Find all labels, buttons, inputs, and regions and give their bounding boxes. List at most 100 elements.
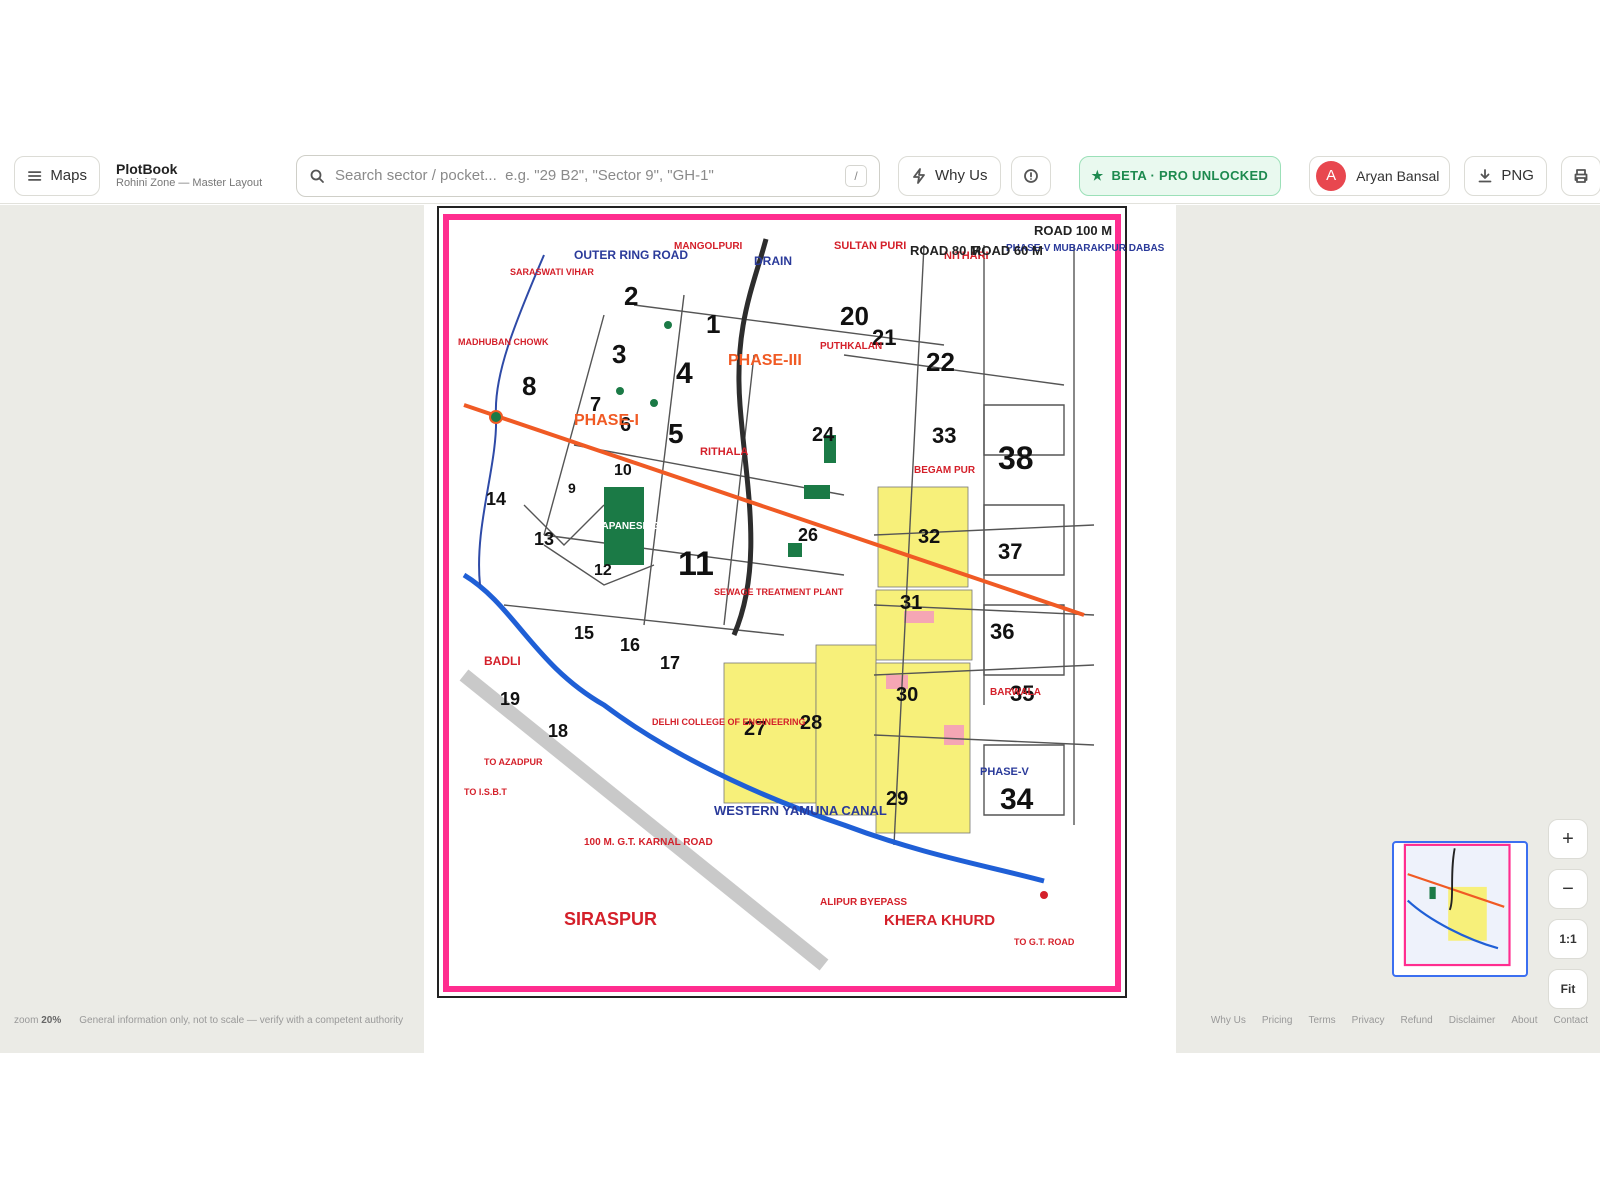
barwala-label: BARWALA — [990, 687, 1041, 698]
sector-22-label: 22 — [926, 347, 955, 377]
footer-link-contact[interactable]: Contact — [1554, 1015, 1588, 1026]
sector-12-label: 12 — [594, 562, 612, 579]
search-input[interactable] — [335, 167, 835, 184]
sector-15-label: 15 — [574, 623, 594, 643]
star-icon: ★ — [1091, 167, 1104, 183]
sector-20-label: 20 — [840, 301, 869, 331]
to-azadpur-label: TO AZADPUR — [484, 757, 543, 767]
sector-26-label: 26 — [798, 525, 818, 545]
sector-32-label: 32 — [918, 526, 940, 548]
print-button[interactable] — [1560, 155, 1600, 196]
sector-38-label: 38 — [998, 440, 1034, 476]
sultan-puri-label: SULTAN PURI — [834, 240, 906, 252]
why-us-button[interactable]: Why Us — [898, 155, 1001, 196]
export-png-button[interactable]: PNG — [1464, 155, 1547, 196]
brand-title: PlotBook — [116, 160, 178, 177]
footer-links: Why Us Pricing Terms Privacy Refund Disc… — [1211, 1015, 1588, 1026]
zoom-label: zoom — [14, 1015, 39, 1026]
download-icon — [1479, 168, 1492, 182]
to-gt-road-label: TO G.T. ROAD — [1014, 937, 1075, 947]
minimap[interactable] — [1392, 841, 1528, 977]
western-yamuna-canal-label: WESTERN YAMUNA CANAL — [714, 803, 887, 818]
zoom-indicator: zoom 20% — [14, 1015, 61, 1026]
footer-link-privacy[interactable]: Privacy — [1352, 1015, 1385, 1026]
footer-link-why-us[interactable]: Why Us — [1211, 1015, 1246, 1026]
putkalan-label: PUTHKALAN — [820, 341, 882, 352]
maps-menu-button[interactable]: Maps — [14, 155, 100, 196]
brand-subtitle: Rohini Zone — Master Layout — [116, 176, 263, 189]
to-isbt-label: TO I.S.B.T — [464, 787, 507, 797]
madhuban-chowk-label: MADHUBAN CHOWK — [458, 337, 549, 347]
saraswati-vihar-label: SARASWATI VIHAR — [510, 267, 594, 277]
footer-link-disclaimer[interactable]: Disclaimer — [1449, 1015, 1496, 1026]
maps-label: Maps — [50, 167, 87, 184]
sector-33-label: 33 — [932, 423, 956, 448]
road-80m-label: ROAD 80 M — [910, 243, 981, 258]
sector-37-label: 37 — [998, 539, 1022, 564]
sewage-plant-label: SEWAGE TREATMENT PLANT — [714, 587, 844, 597]
zoom-value: 20% — [41, 1015, 62, 1026]
beta-pro-badge: ★ BETA · PRO UNLOCKED — [1078, 155, 1282, 196]
search-shortcut-hint: / — [845, 164, 867, 187]
zoom-in-button[interactable]: + — [1548, 819, 1588, 859]
sector-3-label: 3 — [612, 339, 626, 369]
fit-button[interactable]: Fit — [1548, 969, 1588, 1009]
sector-17-label: 17 — [660, 653, 680, 673]
road-60m-label: ROAD 60 M — [972, 243, 1043, 258]
footer-link-refund[interactable]: Refund — [1400, 1015, 1432, 1026]
info-icon — [1023, 168, 1038, 183]
dce-label: DELHI COLLEGE OF ENGINEERING — [652, 717, 806, 727]
zoom-out-button[interactable]: − — [1548, 869, 1588, 909]
rithala-label: RITHALA — [700, 446, 748, 458]
khera-khurd-label: KHERA KHURD — [884, 912, 995, 929]
top-toolbar: Maps PlotBook Rohini Zone — Master Layou… — [0, 148, 1600, 204]
beta-label: BETA · PRO UNLOCKED — [1111, 168, 1269, 183]
sector-30-label: 30 — [896, 684, 918, 706]
map-outer-frame — [437, 206, 1127, 998]
alipur-byepass-label: ALIPUR BYEPASS — [820, 897, 907, 908]
printer-icon — [1574, 168, 1588, 183]
sector-31-label: 31 — [900, 592, 922, 614]
sector-4-label: 4 — [676, 357, 693, 390]
footer-link-pricing[interactable]: Pricing — [1262, 1015, 1293, 1026]
map-sheet[interactable]: 1 2 3 4 5 6 7 8 9 10 11 12 13 14 15 16 1… — [424, 205, 1176, 1053]
info-button[interactable] — [1010, 155, 1051, 196]
user-name: Aryan Bansal — [1356, 167, 1440, 184]
rohini-layout-map[interactable]: 1 2 3 4 5 6 7 8 9 10 11 12 13 14 15 16 1… — [424, 205, 1176, 1053]
sector-1-label: 1 — [706, 309, 720, 339]
sector-10-label: 10 — [614, 462, 632, 479]
brand: PlotBook Rohini Zone — Master Layout — [116, 160, 274, 190]
sector-11-label: 11 — [678, 545, 714, 583]
zoom-controls: + − 1:1 Fit — [1548, 819, 1588, 1009]
actual-size-button[interactable]: 1:1 — [1548, 919, 1588, 959]
road-100m-label: ROAD 100 M — [1034, 223, 1112, 238]
footer-link-terms[interactable]: Terms — [1308, 1015, 1335, 1026]
sector-14-label: 14 — [486, 489, 506, 509]
sector-9-label: 9 — [568, 480, 576, 496]
disclaimer-text: General information only, not to scale —… — [79, 1015, 404, 1026]
status-bar: zoom 20% General information only, not t… — [14, 1015, 403, 1026]
outer-ring-road-label: OUTER RING ROAD — [574, 248, 688, 262]
begampur-label: BEGAM PUR — [914, 465, 976, 476]
sector-2-label: 2 — [624, 281, 638, 311]
lightning-icon — [913, 167, 925, 184]
sector-13-label: 13 — [534, 529, 554, 549]
search-icon — [310, 169, 324, 183]
japanese-garden-label: JAPANESE GARDEN — [596, 521, 695, 532]
sector-5-label: 5 — [668, 418, 684, 449]
siraspur-label: SIRASPUR — [564, 909, 657, 929]
phase-v-label: PHASE-V — [980, 766, 1030, 778]
minimap-preview — [1403, 843, 1511, 967]
user-menu-button[interactable]: A Aryan Bansal — [1309, 155, 1451, 196]
png-label: PNG — [1501, 167, 1534, 184]
avatar: A — [1316, 160, 1347, 191]
footer-link-about[interactable]: About — [1511, 1015, 1537, 1026]
sector-8-label: 8 — [522, 371, 536, 401]
hamburger-icon — [28, 170, 42, 181]
sector-24-label: 24 — [812, 424, 835, 446]
search-box[interactable]: / — [296, 154, 880, 197]
phase-iii-label: PHASE-III — [728, 352, 802, 369]
sector-18-label: 18 — [548, 721, 568, 741]
sector-16-label: 16 — [620, 635, 640, 655]
map-canvas[interactable]: 1 2 3 4 5 6 7 8 9 10 11 12 13 14 15 16 1… — [0, 205, 1600, 1053]
